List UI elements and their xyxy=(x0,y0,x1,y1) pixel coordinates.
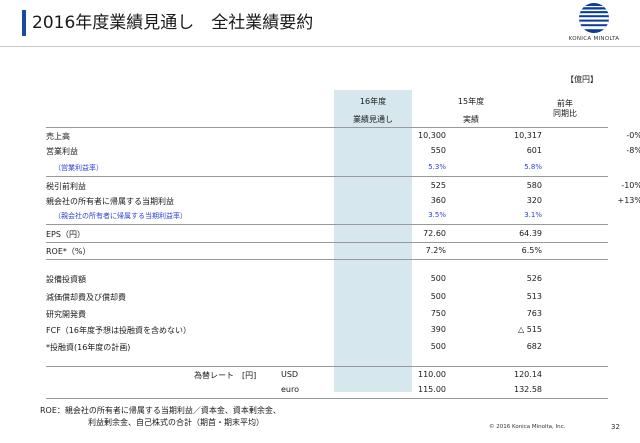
row-operating-margin: （営業利益率） 5.3% 5.8% xyxy=(46,160,606,176)
row-roe: ROE*（%） 7.2% 6.5% xyxy=(46,243,606,259)
row-label: 営業利益 xyxy=(46,147,78,156)
row-net-margin: （親会社の所有者に帰属する当期利益率） 3.5% 3.1% xyxy=(46,208,606,224)
fy16-value: 72.60 xyxy=(423,229,446,238)
fy15-value: 5.8% xyxy=(524,163,542,171)
konica-minolta-logo: KONICA MINOLTA xyxy=(556,2,632,46)
header-fy16-year: 16年度 xyxy=(359,97,387,106)
fy16-value: 360 xyxy=(430,196,446,205)
fy15-value: 513 xyxy=(526,292,542,301)
section-divider xyxy=(46,259,608,260)
fy15-value: 320 xyxy=(526,196,542,205)
unit-label: 【億円】 xyxy=(566,75,598,84)
header-fy15-actual: 実績 xyxy=(463,115,479,124)
row-label: ROE*（%） xyxy=(46,247,91,256)
copyright: © 2016 Konica Minolta, Inc. xyxy=(489,424,566,430)
fy16-value: 525 xyxy=(430,181,446,190)
row-net-sales: 売上高 10,300 10,317 -0% xyxy=(46,128,640,144)
fy16-value: 3.5% xyxy=(428,211,446,219)
yoy-value: -10% xyxy=(621,181,640,190)
yoy-value: -8% xyxy=(626,146,640,155)
row-fx-euro: euro 115.00 132.58 xyxy=(46,382,606,398)
fy15-value: △ 515 xyxy=(518,325,542,334)
fy15-value: 132.58 xyxy=(514,385,542,394)
fy15-value: 601 xyxy=(526,146,542,155)
row-label: （営業利益率） xyxy=(54,164,103,172)
fy16-value: 115.00 xyxy=(418,385,446,394)
row-label: FCF（16年度予想は投融資を含めない） xyxy=(46,326,191,335)
fx-currency-usd: USD xyxy=(281,370,299,379)
title-bar: 2016年度業績見通し 全社業績要約 KONICA MINOLTA xyxy=(0,0,640,47)
row-net-income: 親会社の所有者に帰属する当期利益 360 320 +13% xyxy=(46,193,640,209)
fy16-value: 500 xyxy=(430,342,446,351)
title-accent-bar xyxy=(22,10,26,36)
row-label: 売上高 xyxy=(46,132,70,141)
row-label: 減価償却費及び償却費 xyxy=(46,293,126,302)
fy16-value: 550 xyxy=(430,146,446,155)
fy15-value: 10,317 xyxy=(514,131,542,140)
fy16-value: 750 xyxy=(430,309,446,318)
header-fy15-year: 15年度 xyxy=(457,97,485,106)
fy16-value: 110.00 xyxy=(418,370,446,379)
row-fx-usd: 為替レート [円] USD 110.00 120.14 xyxy=(46,367,606,383)
row-label: 税引前利益 xyxy=(46,182,86,191)
yoy-value: -0% xyxy=(626,131,640,140)
row-label: 親会社の所有者に帰属する当期利益 xyxy=(46,197,174,206)
section-divider xyxy=(46,176,608,177)
fy15-value: 64.39 xyxy=(519,229,542,238)
row-label: 研究開発費 xyxy=(46,310,86,319)
row-capex: 設備投資額 500 526 xyxy=(46,271,606,287)
fy15-value: 6.5% xyxy=(521,246,542,255)
row-operating-income: 営業利益 550 601 -8% xyxy=(46,143,640,159)
fy15-value: 682 xyxy=(526,342,542,351)
section-divider xyxy=(46,224,608,225)
header-yoy-line2: 同期比 xyxy=(553,109,577,118)
row-label: EPS（円） xyxy=(46,230,85,239)
roe-footnote-line2: 利益剰余金、自己株式の合計（期首・期末平均） xyxy=(88,418,264,427)
fx-label: 為替レート [円] xyxy=(194,371,257,380)
row-pretax-income: 税引前利益 525 580 -10% xyxy=(46,178,640,194)
fy15-value: 3.1% xyxy=(524,211,542,219)
fy16-value: 500 xyxy=(430,274,446,283)
fy16-value: 500 xyxy=(430,292,446,301)
header-fy16-forecast: 業績見通し xyxy=(353,115,393,124)
yoy-value: +13% xyxy=(617,196,640,205)
fy15-value: 120.14 xyxy=(514,370,542,379)
fy16-value: 390 xyxy=(430,325,446,334)
title-divider xyxy=(0,46,640,47)
fy15-value: 580 xyxy=(526,181,542,190)
logo-wordmark: KONICA MINOLTA xyxy=(568,36,620,42)
fy16-value: 5.3% xyxy=(428,163,446,171)
fx-currency-euro: euro xyxy=(281,385,299,394)
fy15-value: 526 xyxy=(526,274,542,283)
globe-logo-icon xyxy=(579,3,609,33)
fy16-value: 7.2% xyxy=(425,246,446,255)
fy16-value: 10,300 xyxy=(418,131,446,140)
row-depreciation: 減価償却費及び償却費 500 513 xyxy=(46,289,606,305)
row-investment: *投融資(16年度の計画) 500 682 xyxy=(46,339,606,355)
roe-footnote-line1: ROE：親会社の所有者に帰属する当期利益／資本金、資本剰余金、 xyxy=(40,406,281,415)
fy15-value: 763 xyxy=(526,309,542,318)
row-fcf: FCF（16年度予想は投融資を含めない） 390 △ 515 xyxy=(46,322,606,338)
row-eps: EPS（円） 72.60 64.39 xyxy=(46,226,606,242)
row-label: 設備投資額 xyxy=(46,275,86,284)
slide-title: 2016年度業績見通し 全社業績要約 xyxy=(32,13,314,33)
table-bottom-divider xyxy=(46,398,608,399)
page-number: 32 xyxy=(611,423,620,431)
row-label: （親会社の所有者に帰属する当期利益率） xyxy=(54,212,187,220)
row-label: *投融資(16年度の計画) xyxy=(46,343,131,352)
row-rnd: 研究開発費 750 763 xyxy=(46,306,606,322)
